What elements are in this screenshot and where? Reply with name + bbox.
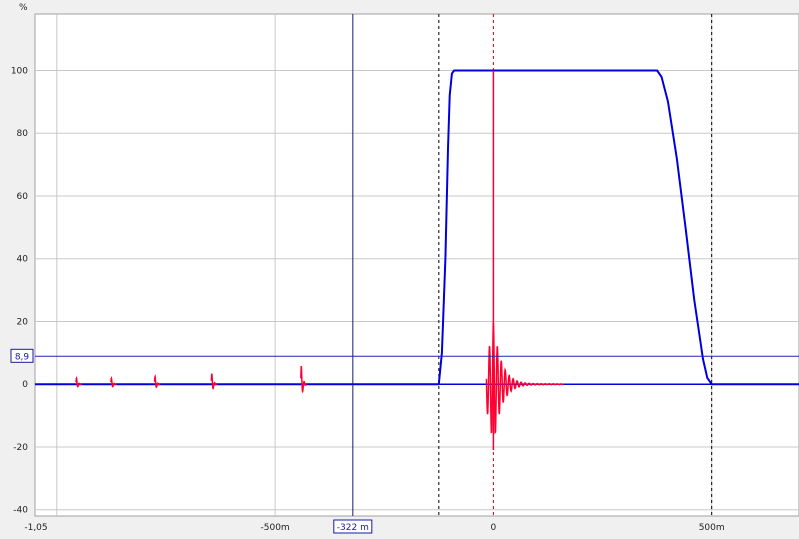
x-tick-label: 0	[491, 523, 497, 533]
x-tick-label: -1,05	[24, 523, 47, 533]
y-tick-label: 20	[17, 317, 29, 327]
y-tick-labels: 100 80 60 40 20 0 -20 -40	[11, 66, 28, 515]
chart: -322 m 8,9 100 80 60 40 20 0 -20 -40 -1,05 -500m 0…	[10, 3, 799, 534]
x-tick-labels: -1,05 -500m 0 500m	[24, 523, 724, 533]
y-axis-unit-label: %	[19, 3, 28, 13]
y-cursor-label: 8,9	[15, 352, 30, 362]
y-tick-label: -40	[13, 506, 28, 516]
y-tick-label: 80	[17, 129, 29, 139]
y-tick-label: 100	[11, 66, 28, 76]
x-cursor-label: -322 m	[337, 523, 369, 533]
y-tick-label: -20	[13, 443, 28, 453]
x-tick-label: 500m	[699, 523, 725, 533]
y-tick-label: 60	[17, 192, 29, 202]
y-tick-label: 0	[22, 380, 28, 390]
plot-background	[34, 13, 799, 517]
y-tick-label: 40	[17, 255, 29, 265]
x-tick-label: -500m	[261, 523, 290, 533]
